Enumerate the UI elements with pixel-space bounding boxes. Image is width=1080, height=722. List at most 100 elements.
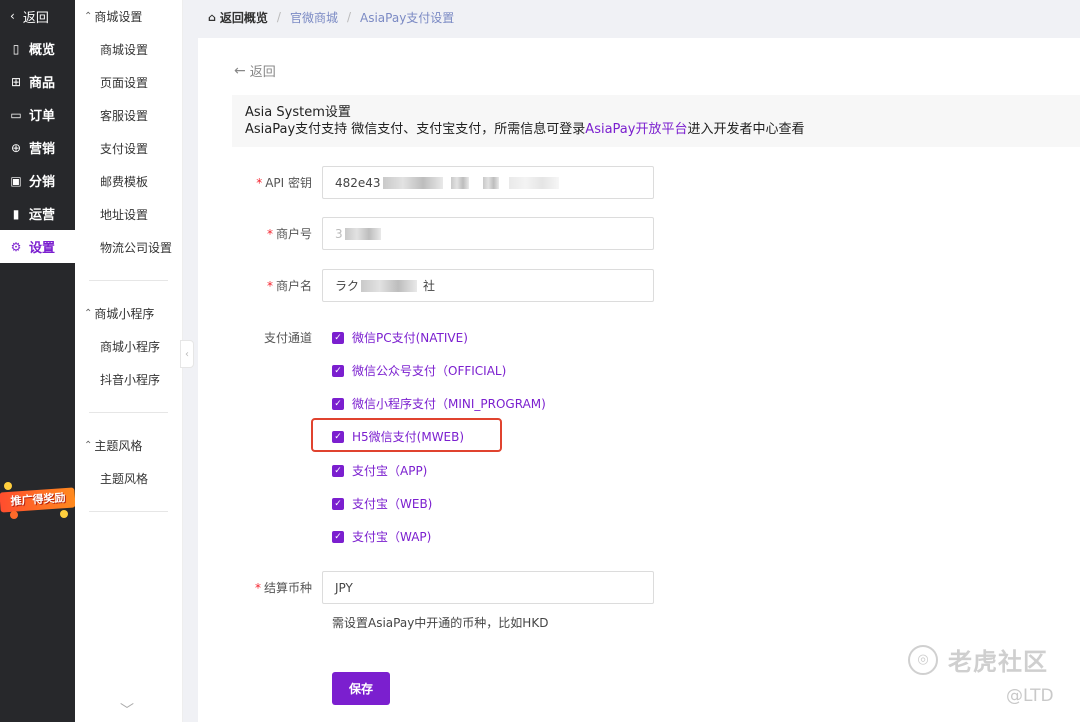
submenu-group-theme[interactable]: ⌃ 主题风格 xyxy=(75,429,182,462)
redacted-text xyxy=(344,227,381,240)
chevron-up-icon: ⌃ xyxy=(84,440,93,451)
submenu-group-mall-settings[interactable]: ⌃ 商城设置 xyxy=(75,0,182,33)
promo-decoration xyxy=(60,510,68,518)
currency-field: * 结算币种 JPY xyxy=(198,571,654,604)
payment-channels-label: 支付通道 xyxy=(263,331,312,345)
breadcrumb-home[interactable]: ⌂ 返回概览 xyxy=(208,9,268,26)
api-key-input[interactable]: 482e43 xyxy=(322,166,654,199)
save-button[interactable]: 保存 xyxy=(332,672,390,705)
breadcrumb-item[interactable]: 官微商城 xyxy=(290,9,338,26)
api-key-field: * API 密钥 482e43 xyxy=(198,166,654,199)
info-desc-text: 进入开发者中心查看 xyxy=(687,122,805,137)
operations-icon: ▮ xyxy=(12,206,20,221)
info-desc-text: AsiaPay支付支持 微信支付、支付宝支付，所需信息可登录 xyxy=(245,122,586,137)
merchant-name-input[interactable]: ラク 社 xyxy=(322,269,654,302)
breadcrumb-home-label: 返回概览 xyxy=(219,10,268,25)
submenu-group-title: 商城小程序 xyxy=(94,307,155,321)
nav-back-label: 返回 xyxy=(22,10,49,26)
redacted-text xyxy=(508,176,559,189)
nav-item-order[interactable]: ▭ 订单 xyxy=(0,98,75,131)
channel-label: 支付宝（WAP) xyxy=(352,530,432,544)
highlight-box xyxy=(311,418,502,452)
nav-item-settings[interactable]: ⚙ 设置 xyxy=(0,230,75,263)
checkbox-checked-icon: ✓ xyxy=(332,364,344,377)
collapse-sidebar-button[interactable]: ‹ xyxy=(180,340,194,368)
arrow-left-icon: ← xyxy=(234,62,246,79)
submenu-item-logistics-settings[interactable]: 物流公司设置 xyxy=(75,231,182,264)
redacted-text xyxy=(361,279,418,292)
nav-item-operations[interactable]: ▮ 运营 xyxy=(0,197,75,230)
watermark-title: 老虎社区 xyxy=(948,648,1048,676)
nav-item-distribution[interactable]: ▣ 分销 xyxy=(0,164,75,197)
nav-item-label: 商品 xyxy=(29,76,56,91)
submenu-group-title: 商城设置 xyxy=(94,10,143,24)
distribution-icon: ▣ xyxy=(10,173,22,188)
main-nav: ‹ 返回 ▯ 概览 ⊞ 商品 ▭ 订单 ⊕ 营销 ▣ 分销 ▮ 运营 ⚙ 设置 … xyxy=(0,0,76,722)
submenu-item-payment-settings[interactable]: 支付设置 xyxy=(75,132,182,165)
submenu-item-theme[interactable]: 主题风格 xyxy=(75,462,182,495)
chevron-down-icon[interactable]: ﹀ xyxy=(120,700,134,720)
channel-label: 微信公众号支付（OFFICIAL) xyxy=(352,364,507,378)
channel-label: 微信小程序支付（MINI_PROGRAM) xyxy=(352,397,546,411)
channel-label: 支付宝（APP) xyxy=(352,464,428,478)
currency-input[interactable]: JPY xyxy=(322,571,654,604)
nav-item-label: 订单 xyxy=(29,109,56,124)
channel-alipay-wap-checkbox[interactable]: ✓ 支付宝（WAP) xyxy=(332,528,431,545)
settings-submenu: ⌃ 商城设置 商城设置 页面设置 客服设置 支付设置 邮费模板 地址设置 物流公… xyxy=(75,0,183,722)
channel-wechat-native-checkbox[interactable]: ✓ 微信PC支付(NATIVE) xyxy=(332,329,468,346)
breadcrumb-separator: / xyxy=(276,10,281,24)
channel-wechat-official-checkbox[interactable]: ✓ 微信公众号支付（OFFICIAL) xyxy=(332,362,506,379)
merchant-name-value: 社 xyxy=(423,279,436,293)
currency-value: JPY xyxy=(335,580,353,595)
panel-back-link[interactable]: ← 返回 xyxy=(234,61,276,81)
panel-back-label: 返回 xyxy=(249,65,276,80)
promo-banner[interactable]: 推广得奖励 xyxy=(0,478,76,520)
checkbox-checked-icon: ✓ xyxy=(332,331,344,344)
submenu-group-miniprogram[interactable]: ⌃ 商城小程序 xyxy=(75,297,182,330)
nav-item-overview[interactable]: ▯ 概览 xyxy=(0,32,75,65)
channel-alipay-app-checkbox[interactable]: ✓ 支付宝（APP) xyxy=(332,462,427,479)
overview-icon: ▯ xyxy=(12,41,20,56)
submenu-item-address-settings[interactable]: 地址设置 xyxy=(75,198,182,231)
redacted-text xyxy=(482,176,499,189)
merchant-id-input[interactable]: 3 xyxy=(322,217,654,250)
currency-hint: 需设置AsiaPay中开通的币种，比如HKD xyxy=(332,616,549,630)
chevron-left-icon: ‹ xyxy=(185,348,189,360)
asiapay-platform-link[interactable]: AsiaPay开放平台 xyxy=(585,122,687,137)
submenu-item-mall-settings[interactable]: 商城设置 xyxy=(75,33,182,66)
chevron-up-icon: ⌃ xyxy=(84,11,93,22)
watermark-handle: @LTD xyxy=(1006,686,1054,706)
breadcrumb-separator: / xyxy=(346,10,351,24)
channel-wechat-miniprogram-checkbox[interactable]: ✓ 微信小程序支付（MINI_PROGRAM) xyxy=(332,395,546,412)
submenu-group-title: 主题风格 xyxy=(94,439,143,453)
redacted-text xyxy=(382,176,443,189)
merchant-name-value: ラク xyxy=(335,279,360,293)
submenu-item-service-settings[interactable]: 客服设置 xyxy=(75,99,182,132)
submenu-item-page-settings[interactable]: 页面设置 xyxy=(75,66,182,99)
info-description: AsiaPay支付支持 微信支付、支付宝支付，所需信息可登录AsiaPay开放平… xyxy=(245,121,1067,138)
channel-alipay-web-checkbox[interactable]: ✓ 支付宝（WEB) xyxy=(332,495,432,512)
settings-icon: ⚙ xyxy=(10,239,22,254)
api-key-label: * API 密钥 xyxy=(256,176,312,190)
info-box: Asia System设置 AsiaPay支付支持 微信支付、支付宝支付，所需信… xyxy=(232,95,1080,147)
api-key-value: 482e43 xyxy=(335,175,381,190)
checkbox-checked-icon: ✓ xyxy=(332,497,344,510)
nav-back-button[interactable]: ‹ 返回 xyxy=(0,0,75,32)
submenu-item-mall-miniprogram[interactable]: 商城小程序 xyxy=(75,330,182,363)
nav-item-marketing[interactable]: ⊕ 营销 xyxy=(0,131,75,164)
submenu-item-shipping-template[interactable]: 邮费模板 xyxy=(75,165,182,198)
breadcrumb-current: AsiaPay支付设置 xyxy=(360,10,455,25)
product-icon: ⊞ xyxy=(10,74,22,89)
checkbox-checked-icon: ✓ xyxy=(332,464,344,477)
marketing-icon: ⊕ xyxy=(10,140,22,155)
nav-item-product[interactable]: ⊞ 商品 xyxy=(0,65,75,98)
nav-item-label: 分销 xyxy=(29,175,56,190)
channel-label: 支付宝（WEB) xyxy=(352,497,433,511)
submenu-item-douyin-miniprogram[interactable]: 抖音小程序 xyxy=(75,363,182,396)
home-icon: ⌂ xyxy=(208,10,216,24)
merchant-id-value: 3 xyxy=(335,226,343,241)
nav-item-label: 设置 xyxy=(29,241,56,256)
watermark: ◎ 老虎社区 xyxy=(908,642,1048,677)
chevron-up-icon: ⌃ xyxy=(84,308,93,319)
promo-decoration xyxy=(10,511,18,519)
